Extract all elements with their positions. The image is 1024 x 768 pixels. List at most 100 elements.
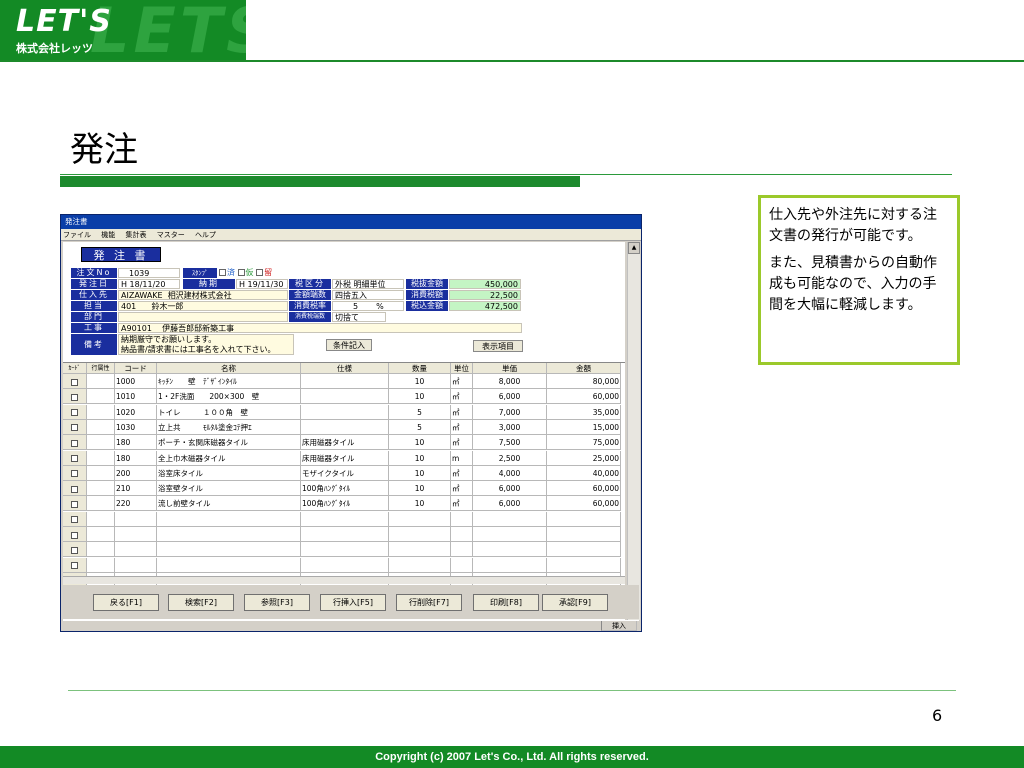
cell-unit[interactable] (451, 511, 473, 527)
cell-unit[interactable]: ㎡ (451, 435, 473, 451)
cell-row-attr[interactable] (87, 450, 115, 466)
cell-amount[interactable]: 35,000 (547, 404, 621, 420)
cell-price[interactable]: 7,000 (473, 404, 547, 420)
cell-spec[interactable] (301, 389, 389, 405)
stamp-checkbox-hold[interactable] (256, 269, 264, 276)
cell-unit[interactable]: ㎡ (451, 374, 473, 389)
cell-price[interactable]: 3,000 (473, 419, 547, 435)
cell-code[interactable]: 180 (115, 450, 157, 466)
cell-price[interactable]: 6,000 (473, 481, 547, 497)
function-button-2[interactable]: 検索[F2] (168, 594, 234, 611)
row-select-checkbox[interactable] (71, 378, 78, 386)
menu-reports[interactable]: 集計表 (125, 231, 146, 239)
supplier-field[interactable]: AIZAWAKE 相沢建材株式会社 (118, 290, 288, 300)
menu-master[interactable]: マスター (157, 231, 185, 239)
cell-spec[interactable]: モザイクタイル (301, 465, 389, 481)
cell-code[interactable]: 200 (115, 465, 157, 481)
function-button-3[interactable]: 参照[F3] (244, 594, 310, 611)
cell-price[interactable]: 4,000 (473, 465, 547, 481)
cell-spec[interactable]: 100角ﾊﾝｸﾞﾀｲﾙ (301, 481, 389, 497)
order-no-field[interactable]: 1039 (118, 268, 180, 278)
row-select-checkbox[interactable] (71, 409, 78, 417)
row-select-checkbox[interactable] (71, 485, 78, 493)
cell-spec[interactable] (301, 404, 389, 420)
cell-amount[interactable]: 80,000 (547, 374, 621, 389)
cell-price[interactable] (473, 511, 547, 527)
dept-field[interactable] (118, 312, 288, 322)
row-select-checkbox[interactable] (71, 424, 78, 432)
cell-unit[interactable]: ㎡ (451, 419, 473, 435)
cell-qty[interactable] (389, 557, 451, 573)
function-button-6[interactable]: 印刷[F8] (473, 594, 539, 611)
cell-code[interactable] (115, 511, 157, 527)
cell-unit[interactable]: ㎡ (451, 389, 473, 405)
cell-qty[interactable]: 10 (389, 450, 451, 466)
row-select-checkbox[interactable] (71, 562, 78, 570)
cell-price[interactable]: 6,000 (473, 389, 547, 405)
cell-code[interactable] (115, 527, 157, 542)
cell-price[interactable]: 8,000 (473, 374, 547, 389)
cell-unit[interactable]: ㎡ (451, 481, 473, 497)
cell-unit[interactable]: ㎡ (451, 404, 473, 420)
cell-spec[interactable]: 100角ﾊﾝｸﾞﾀｲﾙ (301, 496, 389, 512)
stamp-checkbox-provisional[interactable] (237, 269, 245, 276)
cell-code[interactable]: 1000 (115, 374, 157, 389)
horizontal-scrollbar[interactable] (63, 576, 625, 584)
vertical-scrollbar[interactable]: ▲ (627, 242, 640, 620)
project-field[interactable]: A90101 伊藤吾郎邸新築工事 (118, 323, 522, 333)
cell-row-attr[interactable] (87, 542, 115, 558)
cell-row-attr[interactable] (87, 557, 115, 573)
cell-unit[interactable] (451, 542, 473, 558)
cell-spec[interactable]: 床用磁器タイル (301, 450, 389, 466)
function-button-4[interactable]: 行挿入[F5] (320, 594, 386, 611)
cell-name[interactable] (157, 557, 301, 573)
cell-name[interactable]: ｷｯﾁﾝ 壁 ﾃﾞｻﾞｲﾝﾀｲﾙ (157, 374, 301, 389)
cell-price[interactable]: 2,500 (473, 450, 547, 466)
row-select-checkbox[interactable] (71, 531, 78, 539)
cell-unit[interactable]: m (451, 450, 473, 466)
cell-spec[interactable] (301, 419, 389, 435)
cell-price[interactable]: 7,500 (473, 435, 547, 451)
cell-amount[interactable] (547, 557, 621, 573)
menu-file[interactable]: ファイル (63, 231, 91, 239)
function-button-7[interactable]: 承認[F9] (542, 594, 608, 611)
row-select-checkbox[interactable] (71, 516, 78, 524)
cell-name[interactable]: 全上巾木磁器タイル (157, 450, 301, 466)
cell-amount[interactable] (547, 527, 621, 542)
cell-unit[interactable]: ㎡ (451, 465, 473, 481)
cell-name[interactable]: 立上共 ﾓﾙﾀﾙ塗金ｺﾃ押ｴ (157, 419, 301, 435)
menu-help[interactable]: ヘルプ (195, 231, 216, 239)
cell-qty[interactable]: 10 (389, 496, 451, 512)
row-select-checkbox[interactable] (71, 393, 78, 401)
tax-rate-field[interactable]: 5% (332, 301, 404, 311)
cell-unit[interactable] (451, 557, 473, 573)
scroll-up-icon[interactable]: ▲ (628, 242, 640, 254)
notes-field[interactable]: 納期厳守でお願いします。 納品書/請求書には工事名を入れて下さい。 (118, 334, 294, 355)
row-select-checkbox[interactable] (71, 470, 78, 478)
cell-amount[interactable]: 15,000 (547, 419, 621, 435)
cell-price[interactable] (473, 557, 547, 573)
cell-unit[interactable]: ㎡ (451, 496, 473, 512)
cell-amount[interactable]: 60,000 (547, 481, 621, 497)
cell-price[interactable] (473, 527, 547, 542)
cell-code[interactable]: 180 (115, 435, 157, 451)
cell-code[interactable]: 1010 (115, 389, 157, 405)
row-select-checkbox[interactable] (71, 455, 78, 462)
cell-unit[interactable] (451, 527, 473, 542)
cell-code[interactable]: 1030 (115, 419, 157, 435)
stamp-checkbox-done[interactable] (219, 269, 226, 276)
cell-qty[interactable]: 10 (389, 374, 451, 389)
cell-row-attr[interactable] (87, 481, 115, 497)
cell-spec[interactable] (301, 511, 389, 527)
cell-code[interactable]: 1020 (115, 404, 157, 420)
cell-qty[interactable]: 10 (389, 389, 451, 405)
delivery-date-field[interactable]: H 19/11/30 (236, 279, 288, 289)
cell-qty[interactable]: 10 (389, 465, 451, 481)
cell-row-attr[interactable] (87, 527, 115, 542)
menu-function[interactable]: 機能 (101, 231, 115, 239)
cell-amount[interactable]: 40,000 (547, 465, 621, 481)
cell-code[interactable] (115, 557, 157, 573)
rounding-field[interactable]: 四捨五入 (332, 290, 404, 300)
cell-amount[interactable]: 60,000 (547, 389, 621, 405)
row-select-checkbox[interactable] (71, 546, 78, 554)
